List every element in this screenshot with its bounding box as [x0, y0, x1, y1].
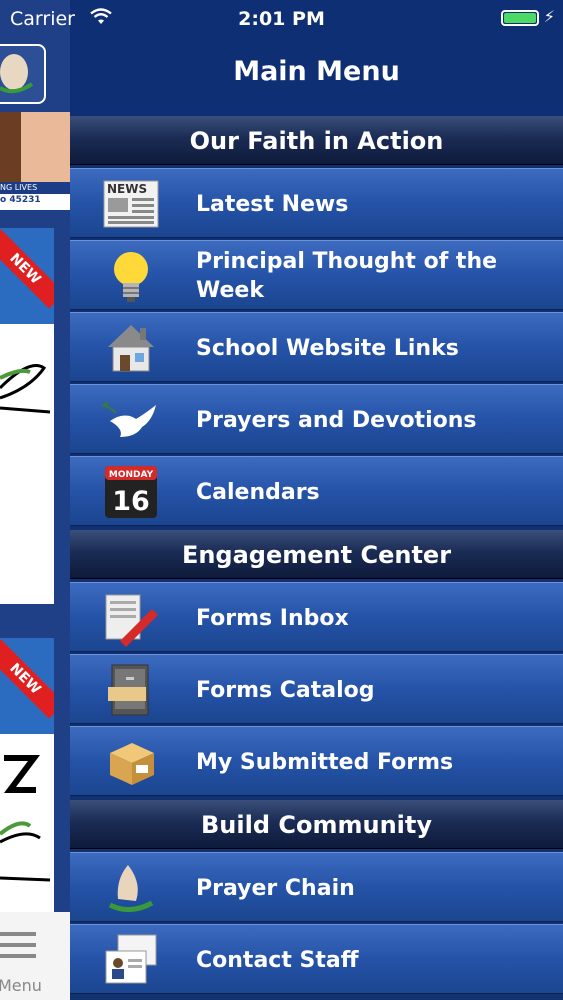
- banner-photo: NG LIVES o 45231: [0, 112, 70, 210]
- menu-item-label: Calendars: [196, 479, 320, 505]
- battery-icon: [501, 10, 539, 26]
- section-header-engagement-center: Engagement Center: [70, 530, 563, 578]
- menu-item-label: Latest News: [196, 191, 349, 217]
- card-artwork: [0, 755, 51, 882]
- menu-item-label: Prayers and Devotions: [196, 407, 477, 433]
- forms-pen-icon: [105, 594, 158, 647]
- praying-hands-icon: [0, 54, 34, 94]
- dove-icon: [102, 402, 156, 437]
- menu-item-contact-staff[interactable]: Contact Staff: [70, 924, 563, 994]
- menu-item-forms-catalog[interactable]: Forms Catalog: [70, 654, 563, 724]
- app-logo[interactable]: [0, 44, 46, 104]
- banner-caption: NG LIVES: [0, 182, 70, 194]
- news-card[interactable]: NEW: [0, 228, 54, 604]
- house-icon: [108, 325, 154, 372]
- svg-text:NEWS: NEWS: [107, 182, 147, 196]
- menu-item-label: Forms Catalog: [196, 677, 375, 703]
- calendar-date: 16: [112, 486, 150, 517]
- calendar-icon: MONDAY 16: [105, 466, 157, 518]
- menu-item-school-website-links[interactable]: School Website Links: [70, 312, 563, 382]
- menu-item-label: Contact Staff: [196, 947, 359, 973]
- lightbulb-icon: [114, 252, 148, 302]
- new-ribbon: NEW: [0, 639, 54, 719]
- praying-hands-icon: [108, 865, 154, 912]
- newspaper-icon: NEWS: [103, 180, 159, 228]
- news-card[interactable]: NEW: [0, 638, 54, 914]
- menu-item-prayers-and-devotions[interactable]: Prayers and Devotions: [70, 384, 563, 454]
- menu-item-label: Forms Inbox: [196, 605, 349, 631]
- menu-item-calendars[interactable]: MONDAY 16 Calendars: [70, 456, 563, 526]
- calendar-day: MONDAY: [109, 470, 154, 480]
- main-menu-panel: Main Menu Our Faith in Action NEWS Lates…: [70, 0, 563, 1000]
- tab-menu-label[interactable]: Menu: [0, 976, 42, 995]
- section-header-our-faith-in-action: Our Faith in Action: [70, 116, 563, 164]
- children-photo: [0, 112, 70, 182]
- menu-item-my-submitted-forms[interactable]: My Submitted Forms: [70, 726, 563, 796]
- package-icon: [110, 743, 154, 785]
- menu-item-label: Prayer Chain: [196, 875, 355, 901]
- contact-cards-icon: [105, 934, 157, 984]
- background-app-panel[interactable]: NG LIVES o 45231 NEW NEW Menu: [0, 0, 70, 1000]
- clock: 2:01 PM: [238, 8, 325, 30]
- menu-item-label: Principal Thought of the Week: [196, 249, 498, 303]
- banner-zip: o 45231: [0, 195, 41, 205]
- charging-icon: ⚡: [543, 7, 555, 26]
- menu-title: Main Menu: [233, 56, 400, 87]
- menu-item-label: My Submitted Forms: [196, 749, 454, 775]
- card-artwork: [0, 364, 51, 414]
- menu-item-latest-news[interactable]: NEWS Latest News: [70, 168, 563, 238]
- status-bar: Carrier 2:01 PM ⚡: [0, 0, 563, 40]
- new-ribbon: NEW: [0, 229, 54, 309]
- menu-item-principal-thought[interactable]: Principal Thought of the Week: [70, 240, 563, 310]
- hamburger-icon[interactable]: [0, 932, 36, 965]
- menu-item-prayer-chain[interactable]: Prayer Chain: [70, 852, 563, 922]
- file-cabinet-icon: [108, 664, 149, 716]
- menu-item-forms-inbox[interactable]: Forms Inbox: [70, 582, 563, 652]
- section-header-build-community: Build Community: [70, 800, 563, 848]
- menu-item-label: School Website Links: [196, 335, 459, 361]
- tab-bar: Menu: [0, 912, 70, 1000]
